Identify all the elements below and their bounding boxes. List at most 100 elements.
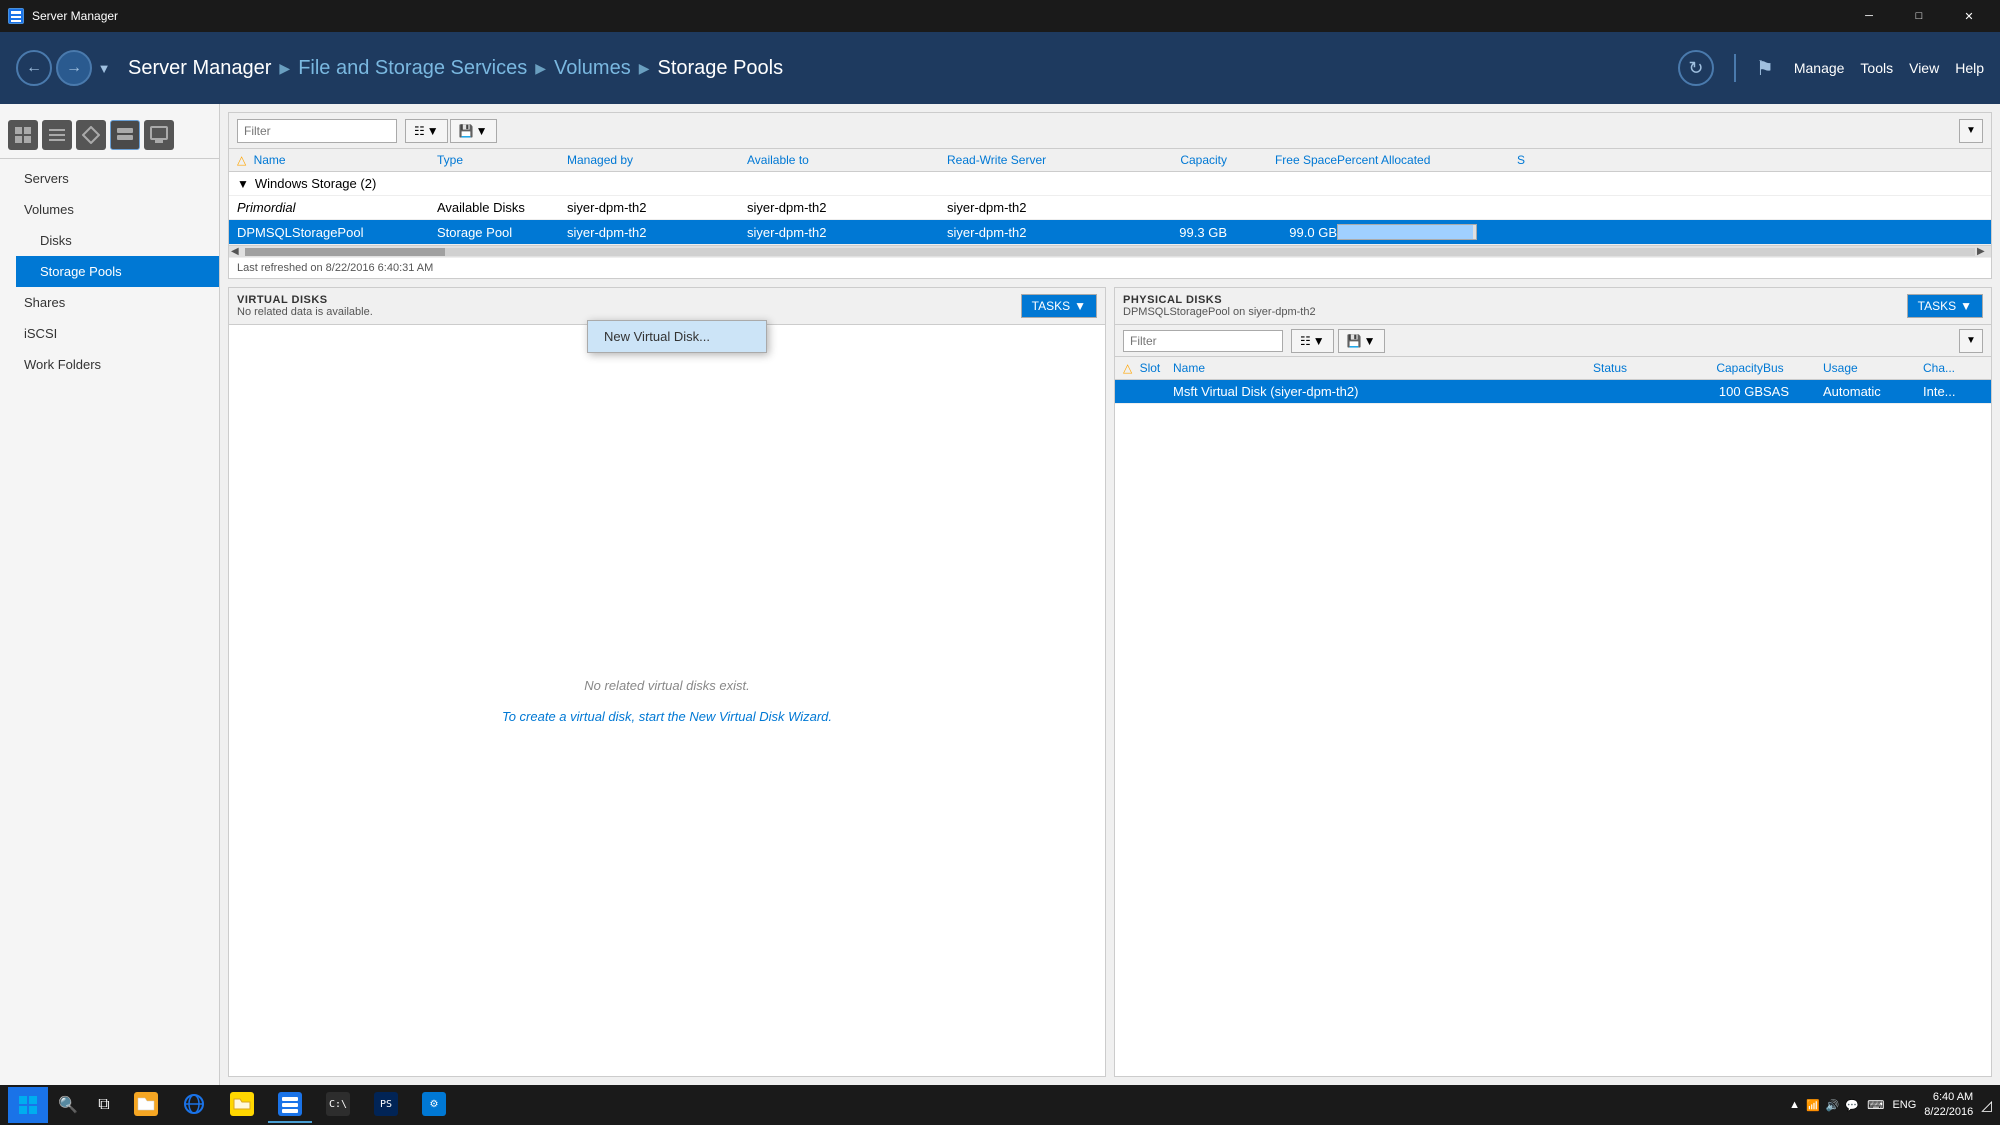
scroll-right-arrow[interactable]: ▶ (1977, 246, 1989, 257)
phys-capacity: 100 GB (1673, 384, 1763, 399)
taskbar-app-cmd[interactable]: C:\ (316, 1087, 360, 1123)
phys-col-header-status: Status (1593, 361, 1673, 375)
group-label: Windows Storage (2) (255, 176, 376, 191)
phys-bus: SAS (1763, 384, 1823, 399)
refresh-button[interactable]: ↻ (1678, 50, 1714, 86)
sidebar-item-storage-pools[interactable]: Storage Pools (16, 256, 219, 287)
taskbar-clock[interactable]: 6:40 AM 8/22/2016 (1924, 1090, 1973, 1121)
virtual-disks-empty: No related virtual disks exist. To creat… (229, 325, 1105, 1076)
storage-group-windows[interactable]: ▼ Windows Storage (2) (229, 172, 1991, 196)
dpmsql-capacity: 99.3 GB (1127, 225, 1227, 240)
save-icon: 💾 (459, 124, 474, 138)
sidebar-icon-shares[interactable] (144, 120, 174, 150)
dpmsql-freespace: 99.0 GB (1227, 225, 1337, 240)
back-button[interactable]: ← (16, 50, 52, 86)
physical-disks-title: PHYSICAL DISKS (1123, 294, 1316, 306)
sidebar-item-volumes[interactable]: Volumes (0, 194, 219, 225)
menu-view[interactable]: View (1909, 60, 1939, 76)
col-header-managed: Managed by (567, 153, 747, 167)
taskbar-date: 8/22/2016 (1924, 1105, 1973, 1120)
table-row-primordial[interactable]: Primordial Available Disks siyer-dpm-th2… (229, 196, 1991, 220)
sidebar-item-shares[interactable]: Shares (0, 287, 219, 318)
phys-col-header-slot: △ Slot (1123, 361, 1173, 375)
breadcrumb: Server Manager ▶ File and Storage Servic… (128, 57, 1662, 80)
table-row-dpmsql[interactable]: DPMSQLStoragePool Storage Pool siyer-dpm… (229, 220, 1991, 245)
phys-view-button[interactable]: ☷ ▼ (1291, 329, 1334, 353)
view-options-icon: ☷ (414, 124, 425, 138)
taskbar-search-button[interactable]: 🔍 (52, 1087, 84, 1123)
taskbar-app-files[interactable] (220, 1087, 264, 1123)
sidebar-icon-diamond[interactable] (76, 120, 106, 150)
virtual-disks-title-group: VIRTUAL DISKS No related data is availab… (237, 294, 373, 318)
tray-network-icon[interactable]: 📶 (1806, 1099, 1820, 1112)
maximize-button[interactable]: □ (1896, 0, 1942, 32)
sidebar-icon-dashboard[interactable] (8, 120, 38, 150)
virtual-disks-subtitle: No related data is available. (237, 306, 373, 318)
taskbar-notifications-button[interactable]: ◿ (1981, 1097, 1992, 1114)
taskbar-app-blue[interactable]: ⚙ (412, 1087, 456, 1123)
horizontal-scrollbar[interactable]: ◀ ▶ (229, 245, 1991, 257)
notifications-flag[interactable]: ⚑ (1756, 56, 1774, 81)
taskbar-app-powershell[interactable]: PS (364, 1087, 408, 1123)
phys-usage: Automatic (1823, 384, 1923, 399)
col-header-capacity: Capacity (1127, 153, 1227, 167)
physical-disk-row-msft[interactable]: Msft Virtual Disk (siyer-dpm-th2) 100 GB… (1115, 380, 1991, 404)
primordial-name: Primordial (237, 200, 437, 215)
physical-disks-table-header: △ Slot Name Status Capacity Bus Usage Ch… (1115, 357, 1991, 380)
breadcrumb-part1: Server Manager (128, 57, 271, 80)
primordial-rw: siyer-dpm-th2 (947, 200, 1127, 215)
taskbar-language[interactable]: ENG (1892, 1099, 1916, 1111)
storage-pools-table-header: △ Name Type Managed by Available to Read… (229, 149, 1991, 172)
menu-help[interactable]: Help (1955, 60, 1984, 76)
scroll-thumb[interactable] (245, 248, 445, 256)
minimize-button[interactable]: ─ (1846, 0, 1892, 32)
phys-expand-button[interactable]: ▼ (1959, 329, 1983, 353)
sidebar-item-disks[interactable]: Disks (16, 225, 219, 256)
nav-divider (1734, 54, 1736, 82)
storage-pools-filter[interactable] (237, 119, 397, 143)
phys-save-icon: 💾 (1347, 334, 1362, 348)
sidebar-item-iscsi[interactable]: iSCSI (0, 318, 219, 349)
tray-message-icon[interactable]: 💬 (1845, 1099, 1859, 1112)
sidebar-item-servers[interactable]: Servers (0, 163, 219, 194)
task-view-button[interactable]: ⧉ (88, 1087, 120, 1123)
tray-chevron[interactable]: ▲ (1789, 1099, 1800, 1111)
forward-button[interactable]: → (56, 50, 92, 86)
scroll-track[interactable] (245, 248, 1975, 256)
percent-bar-fill (1338, 225, 1473, 239)
tray-volume-icon[interactable]: 🔊 (1826, 1099, 1840, 1112)
sidebar-item-work-folders[interactable]: Work Folders (0, 349, 219, 380)
phys-save-button[interactable]: 💾 ▼ (1338, 329, 1385, 353)
virtual-disks-panel: VIRTUAL DISKS No related data is availab… (228, 287, 1106, 1077)
taskbar-app-ie[interactable] (172, 1087, 216, 1123)
expand-panel-button[interactable]: ▼ (1959, 119, 1983, 143)
physical-disks-filter[interactable] (1123, 330, 1283, 352)
breadcrumb-part3[interactable]: Volumes (554, 57, 631, 80)
scroll-left-arrow[interactable]: ◀ (231, 246, 243, 257)
physical-disks-tasks-button[interactable]: TASKS ▼ (1907, 294, 1983, 318)
dpmsql-percent-bar (1337, 224, 1517, 240)
dpmsql-available: siyer-dpm-th2 (747, 225, 947, 240)
phys-view-dropdown: ▼ (1313, 334, 1325, 348)
breadcrumb-part2[interactable]: File and Storage Services (298, 57, 527, 80)
view-options-button[interactable]: ☷ ▼ (405, 119, 448, 143)
storage-pools-toolbar: ☷ ▼ 💾 ▼ ▼ (229, 113, 1991, 149)
breadcrumb-sep1: ▶ (279, 60, 290, 77)
phys-chassis: Inte... (1923, 384, 1983, 399)
new-virtual-disk-menu-item[interactable]: New Virtual Disk... (588, 321, 766, 352)
menu-tools[interactable]: Tools (1860, 60, 1893, 76)
sidebar-icon-storage[interactable] (110, 120, 140, 150)
taskbar-keyboard-icon[interactable]: ⌨ (1867, 1098, 1884, 1112)
virtual-disks-tasks-button[interactable]: TASKS ▼ (1021, 294, 1097, 318)
nav-dropdown-button[interactable]: ▼ (96, 50, 112, 86)
menu-manage[interactable]: Manage (1794, 60, 1845, 76)
sidebar-icon-list[interactable] (42, 120, 72, 150)
close-button[interactable]: ✕ (1946, 0, 1992, 32)
start-button[interactable] (8, 1087, 48, 1123)
save-button[interactable]: 💾 ▼ (450, 119, 497, 143)
taskbar-app-explorer[interactable] (124, 1087, 168, 1123)
primordial-type: Available Disks (437, 200, 567, 215)
taskbar-app-server-manager[interactable] (268, 1087, 312, 1123)
virtual-disks-create-link[interactable]: To create a virtual disk, start the New … (502, 709, 832, 724)
physical-disks-tasks-label: TASKS (1918, 299, 1956, 313)
